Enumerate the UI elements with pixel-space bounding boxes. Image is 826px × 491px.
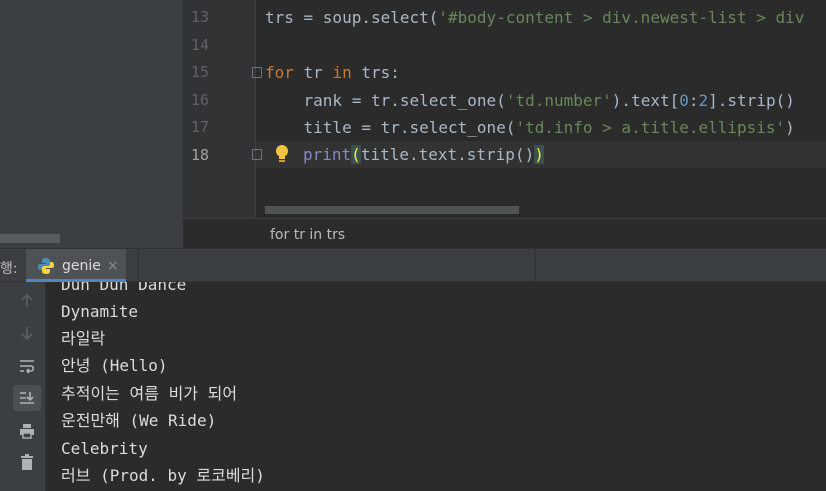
console-line: 안녕 (Hello) xyxy=(61,356,168,375)
breadcrumb-bar: for tr in trs xyxy=(183,218,826,248)
line-number: 17 xyxy=(190,118,209,136)
line-number: 15 xyxy=(190,63,209,81)
run-tab-genie[interactable]: genie × xyxy=(26,249,126,282)
trash-icon[interactable] xyxy=(13,449,41,475)
code-editor[interactable]: 13 14 15 16 17 18 trs = soup.select('#bo… xyxy=(183,0,826,248)
console-line: 추적이는 여름 비가 되어 xyxy=(61,384,238,403)
run-tab-label: genie xyxy=(62,258,101,274)
console-line: Celebrity xyxy=(61,439,148,458)
python-icon xyxy=(38,258,54,274)
code-line-17[interactable]: title = tr.select_one('td.info > a.title… xyxy=(265,114,795,141)
close-icon[interactable]: × xyxy=(107,258,119,274)
run-tool-header: 행: genie × xyxy=(0,248,826,282)
editor-horizontal-scrollbar[interactable] xyxy=(265,206,519,214)
run-toolbar xyxy=(0,282,46,491)
print-icon[interactable] xyxy=(13,418,41,444)
console-line: 러브 (Prod. by 로코베리) xyxy=(61,466,265,485)
code-line-18[interactable]: print(title.text.strip()) xyxy=(303,141,544,168)
code-line-15[interactable]: for tr in trs: xyxy=(265,59,400,86)
up-arrow-icon[interactable] xyxy=(13,288,41,314)
project-panel xyxy=(0,0,183,248)
fold-marker-icon[interactable] xyxy=(252,67,262,78)
line-number: 16 xyxy=(190,91,209,109)
console-line: 운전만해 (We Ride) xyxy=(61,411,217,430)
line-number-current: 18 xyxy=(190,146,209,164)
console-line: Dynamite xyxy=(61,302,139,321)
line-number: 14 xyxy=(190,36,209,54)
project-panel-scrollbar[interactable] xyxy=(0,234,60,243)
soft-wrap-icon[interactable] xyxy=(13,353,41,379)
down-arrow-icon[interactable] xyxy=(13,320,41,346)
breadcrumb[interactable]: for tr in trs xyxy=(270,227,345,243)
console-line: 라일락 xyxy=(61,329,106,348)
run-label: 행: xyxy=(0,261,18,277)
lightbulb-icon[interactable] xyxy=(275,144,289,164)
console-line: Dun Dun Dance xyxy=(61,282,187,294)
run-console-output[interactable]: Dun Dun Dance Dynamite 라일락 안녕 (Hello) 추적… xyxy=(47,282,826,491)
code-line-13[interactable]: trs = soup.select('#body-content > div.n… xyxy=(265,4,804,31)
code-line-16[interactable]: rank = tr.select_one('td.number').text[0… xyxy=(265,87,795,114)
fold-marker-icon[interactable] xyxy=(252,149,262,160)
scroll-to-end-icon[interactable] xyxy=(13,385,41,411)
line-number: 13 xyxy=(190,8,209,26)
editor-gutter: 13 14 15 16 17 18 xyxy=(183,0,255,218)
